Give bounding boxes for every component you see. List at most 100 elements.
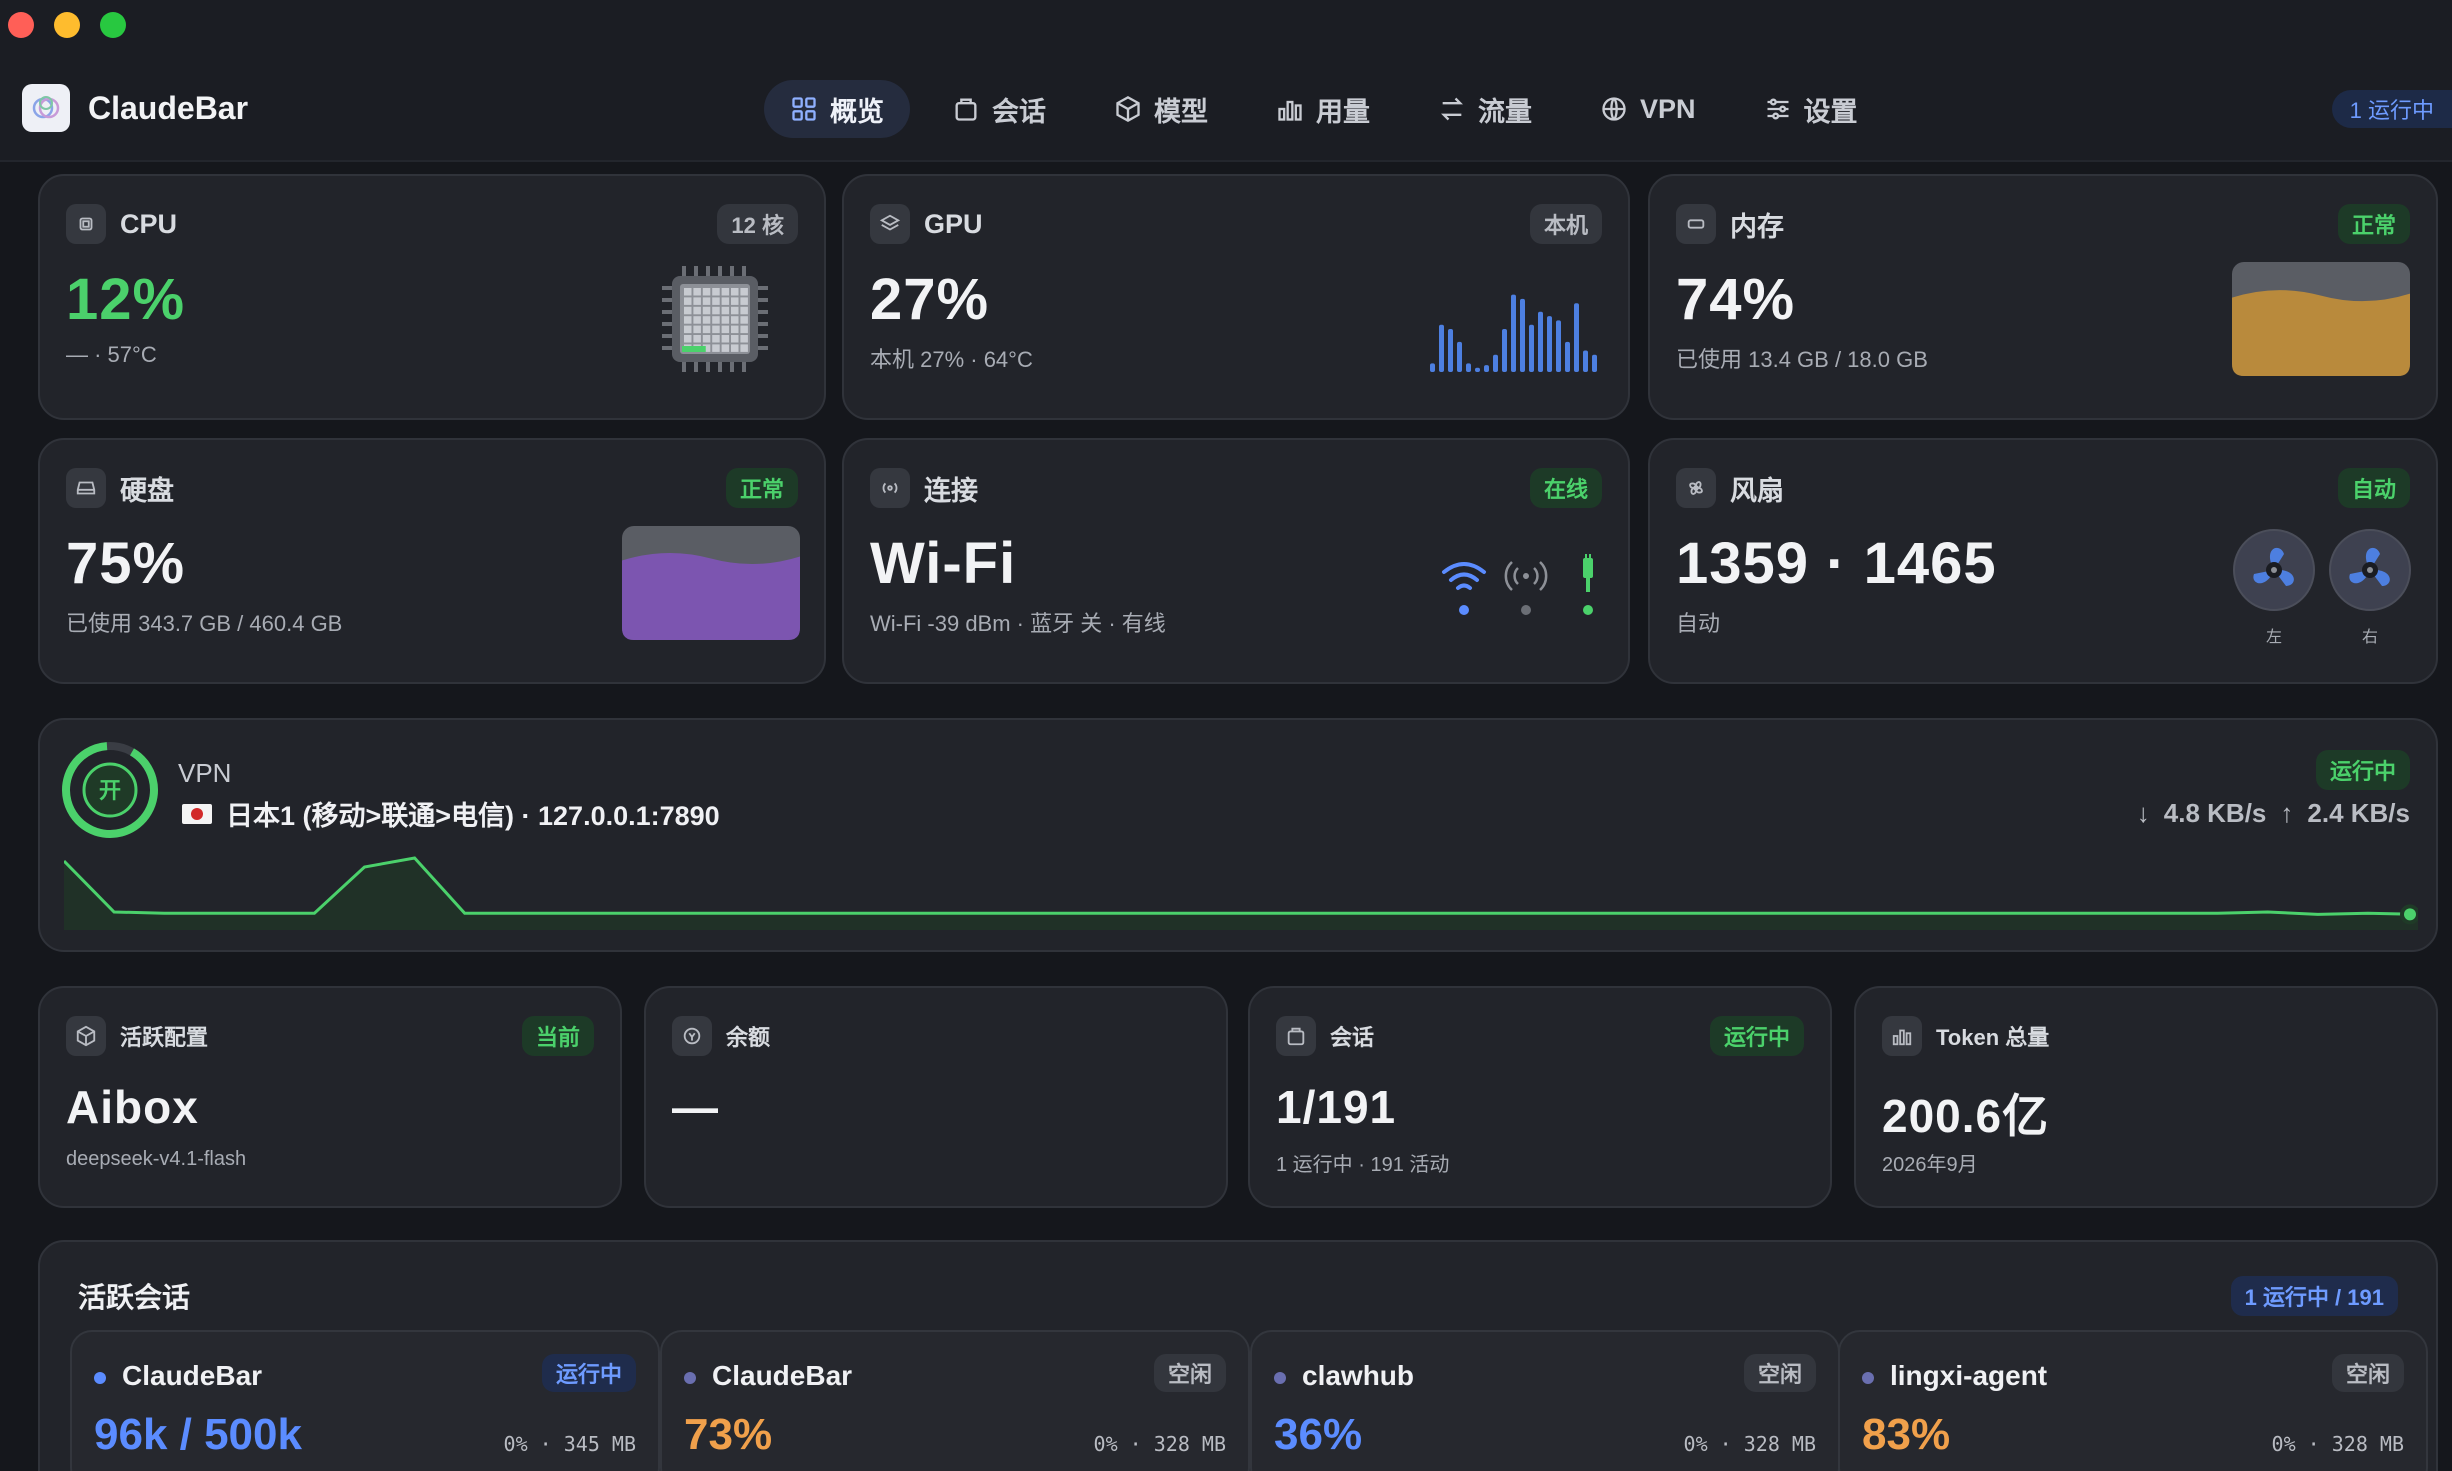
sparkline-area [64,858,2418,930]
cpu-usage-value: 12% [66,267,186,332]
gpu-sub: 本机 27% · 64°C [870,347,1033,372]
antenna-icon [870,468,910,508]
cpu-core-cell [740,325,748,334]
tab-sessions[interactable]: 会话 [926,80,1072,138]
session-status-badge: 空闲 [2331,1354,2404,1392]
cpu-core-cell [684,316,692,324]
running-status-pill[interactable]: 1 运行中 [2331,90,2452,128]
svg-text:开: 开 [99,779,121,804]
balance-card[interactable]: 余额 — [644,986,1228,1208]
tab-vpn[interactable]: VPN [1574,80,1722,138]
network-type-value: Wi-Fi [870,531,1017,596]
fan-blade-icon [2329,529,2411,611]
panel-count-badge: 1 运行中 / 191 [2230,1276,2398,1316]
card-title: 连接 [924,475,978,506]
vpn-toggle-ring[interactable]: 开 [60,740,160,840]
session-card[interactable]: ClaudeBar 运行中 96k / 500k 0% · 345 MB [70,1330,660,1471]
cube-icon [66,1016,106,1056]
card-title: GPU [924,208,983,239]
session-card[interactable]: clawhub 空闲 36% 0% · 328 MB [1250,1330,1840,1471]
bluetooth-signal-icon [1504,561,1548,615]
cpu-core-cell [731,297,739,305]
bag-icon [955,98,977,121]
cube-icon [1116,95,1140,123]
network-sub: Wi-Fi -39 dBm · 蓝牙 关 · 有线 [870,611,1166,636]
app-title: ClaudeBar [88,89,249,126]
cpu-core-cell [731,325,739,334]
tab-overview[interactable]: 概览 [764,80,910,138]
gpu-history-bar [1529,324,1534,372]
session-name: ClaudeBar [122,1360,263,1391]
cpu-core-cell [712,297,720,305]
cpu-core-cell [712,316,720,324]
disk-sub: 已使用 343.7 GB / 460.4 GB [66,611,343,636]
active-profile-card[interactable]: 活跃配置 当前 Aibox deepseek-v4.1-flash [38,986,622,1208]
network-card[interactable]: 连接 在线 Wi-Fi Wi-Fi -39 dBm · 蓝牙 关 · 有线 [842,438,1630,684]
session-status-dot [1274,1372,1286,1384]
grid-icon [792,97,816,121]
gpu-history-bar [1565,341,1570,372]
cpu-card[interactable]: CPU 12 核 12% — · 57°C [38,174,826,420]
session-resource-meta: 0% · 328 MB [1093,1432,1226,1456]
gpu-card[interactable]: GPU 本机 27% 本机 27% · 64°C [842,174,1630,420]
gpu-history-bar [1583,350,1588,372]
main-nav: 概览 会话 模型 用量 流量 VPN 设置 [764,80,1884,138]
sessions-summary-card[interactable]: 会话 运行中 1/191 1 运行中 · 191 活动 [1248,986,1832,1208]
tab-traffic[interactable]: 流量 [1412,80,1558,138]
cpu-core-cell [712,325,720,334]
japan-flag-icon [182,803,212,824]
vpn-speed: ↓ 4.8 KB/s ↑ 2.4 KB/s [2137,798,2410,829]
card-header: 内存 [1676,204,1784,244]
session-status-badge: 空闲 [1153,1354,1226,1392]
right-fan: 右 [2328,528,2412,647]
cpu-core-cell [731,306,739,315]
left-fan-label: 左 [2265,629,2282,646]
panel-title: 活跃会话 [78,1282,191,1313]
session-card[interactable]: lingxi-agent 空闲 83% 0% · 328 MB [1838,1330,2428,1471]
cpu-core-cell [693,306,701,315]
profile-name: Aibox [66,1081,199,1133]
session-status-dot [94,1372,106,1384]
gpu-history-bar [1556,320,1561,372]
disk-level-gauge [622,526,800,640]
minimize-window-button[interactable] [54,12,80,38]
fan-sub: 自动 [1676,611,1721,636]
cpu-core-cell [712,306,720,315]
disk-card[interactable]: 硬盘 正常 75% 已使用 343.7 GB / 460.4 GB [38,438,826,684]
cpu-core-cell [702,316,711,324]
session-context-usage: 36% [1274,1410,1363,1459]
title-bar: ClaudeBar 概览 会话 模型 用量 流量 VPN 设置 1 运行中 [0,0,2452,162]
session-card[interactable]: ClaudeBar 空闲 73% 0% · 328 MB [660,1330,1250,1471]
cpu-core-cell [740,335,748,343]
gpu-history-bar [1574,303,1579,372]
card-title: 风扇 [1730,475,1784,506]
memory-icon [1676,204,1716,244]
session-name: clawhub [1302,1360,1415,1391]
cpu-core-cell [684,325,692,334]
tab-label: 用量 [1316,96,1370,127]
profile-badge: 当前 [521,1016,594,1056]
gpu-history-bar [1466,363,1471,372]
vpn-card[interactable]: 开 VPN 日本1 (移动>联通>电信) · 127.0.0.1:7890 运行… [38,718,2438,952]
tab-usage[interactable]: 用量 [1250,80,1396,138]
cpu-core-cell [731,344,739,352]
fan-card[interactable]: 风扇 自动 1359 · 1465 自动 左 右 [1648,438,2438,684]
cpu-core-cell [712,344,720,352]
tab-label: 设置 [1803,96,1858,127]
cpu-core-cell [693,297,701,305]
gpu-history-bar [1520,298,1525,372]
cpu-core-cell [684,335,692,343]
session-context-usage: 83% [1862,1410,1951,1459]
vpn-route: 日本1 (移动>联通>电信) · 127.0.0.1:7890 [226,801,720,831]
card-header: 余额 [672,1016,770,1056]
session-context-usage: 73% [684,1410,773,1459]
card-header: 活跃配置 [66,1016,208,1056]
zoom-window-button[interactable] [100,12,126,38]
memory-card[interactable]: 内存 正常 74% 已使用 13.4 GB / 18.0 GB [1648,174,2438,420]
tab-settings[interactable]: 设置 [1738,80,1884,138]
cpu-core-cell [721,344,730,352]
tab-models[interactable]: 模型 [1088,80,1234,138]
close-window-button[interactable] [8,12,34,38]
token-total-card[interactable]: Token 总量 200.6亿 2026年9月 [1854,986,2438,1208]
left-fan: 左 [2232,528,2316,647]
